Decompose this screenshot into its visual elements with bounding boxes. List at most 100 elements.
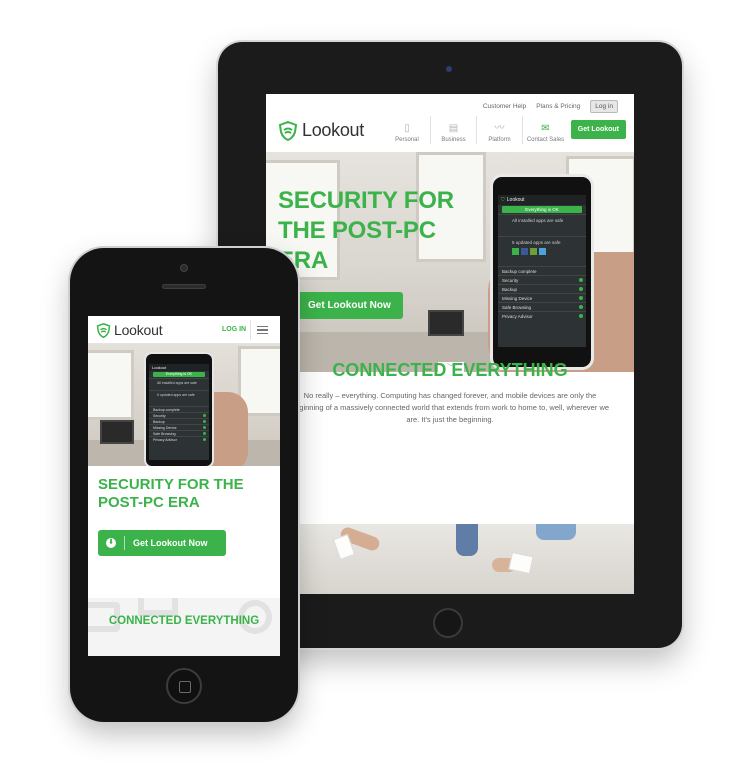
status-dot-icon [203, 438, 206, 441]
get-lookout-now-button[interactable]: ⬇ Get Lookout Now [98, 530, 226, 556]
hero-phone-screen: Lookout Everything is OK All installed a… [149, 364, 209, 460]
tablet-hero: ⛉ Lookout Everything is OK All installed… [266, 152, 634, 372]
phone-header: Lookout LOG IN [88, 316, 280, 344]
app-row-label: Security [153, 413, 166, 418]
phone-camera [180, 264, 188, 272]
nav-business[interactable]: ▤ Business [430, 116, 476, 144]
tablet-screen: Customer Help Plans & Pricing Log in Loo… [266, 94, 634, 594]
status-dot-icon [203, 426, 206, 429]
phone-home-button[interactable] [166, 668, 202, 704]
nav-contact-sales[interactable]: ✉ Contact Sales [522, 116, 568, 144]
tablet-camera [446, 66, 452, 72]
phone-screen: Lookout LOG IN Lookout Everything is OK [88, 316, 280, 656]
app-card-text: 5 updated apps are safe [157, 393, 195, 397]
app-row-label: Safe Browsing [502, 304, 532, 310]
app-card-text: 5 updated apps are safe [512, 240, 561, 245]
app-icons-row [512, 248, 582, 255]
nav-platform[interactable]: 〰 Platform [476, 116, 522, 144]
menu-line [257, 329, 268, 331]
photo-arm [536, 524, 576, 540]
hamburger-menu-icon[interactable] [250, 320, 274, 340]
app-row-label: Backup [153, 419, 165, 424]
tablet-topbar: Customer Help Plans & Pricing Log in [483, 100, 618, 113]
app-info-text: Backup complete [502, 268, 537, 274]
app-row-privacy-advisor[interactable]: Privacy Advisor [149, 436, 209, 442]
download-icon: ⬇ [106, 538, 116, 548]
app-card-text: All installed apps are safe [157, 381, 197, 385]
app-row-label: Privacy Advisor [502, 313, 533, 319]
status-dot-icon [579, 296, 583, 300]
status-dot-icon [579, 305, 583, 309]
app-row-label: Security [502, 277, 519, 283]
nav-contact-sales-label: Contact Sales [526, 137, 565, 143]
lookout-logo[interactable]: Lookout [278, 120, 364, 141]
hero-window [88, 350, 134, 420]
plans-pricing-link[interactable]: Plans & Pricing [536, 103, 580, 110]
app-icon [530, 248, 537, 255]
button-divider [124, 536, 125, 550]
tablet-home-button[interactable] [433, 608, 463, 638]
app-card: 5 updated apps are safe [498, 236, 586, 266]
briefcase-icon: ▤ [448, 123, 459, 134]
app-row-label: Missing Device [502, 295, 533, 301]
pulse-icon: 〰 [494, 123, 505, 134]
phone-hero: Lookout Everything is OK All installed a… [88, 344, 280, 466]
nav-business-label: Business [441, 137, 466, 143]
nav-personal-label: Personal [395, 137, 419, 143]
app-status-ok: Everything is OK [153, 372, 205, 377]
hero-monitor [100, 420, 134, 444]
get-lookout-now-label: Get Lookout Now [133, 538, 208, 548]
app-row-backup[interactable]: Backup [498, 284, 586, 293]
app-card: All installed apps are safe [149, 378, 209, 390]
shield-icon [96, 322, 111, 338]
status-dot-icon [203, 432, 206, 435]
envelope-icon: ✉ [541, 123, 550, 134]
shield-icon [278, 120, 298, 141]
app-row-privacy-advisor[interactable]: Privacy Advisor [498, 311, 586, 320]
status-dot-icon [579, 278, 583, 282]
app-card: All installed apps are safe [498, 214, 586, 236]
hero-title: Security for the Post-PC Era [278, 187, 454, 274]
bottom-photo [266, 524, 634, 594]
logo-wordmark: Lookout [114, 322, 163, 338]
customer-help-link[interactable]: Customer Help [483, 103, 526, 110]
status-dot-icon [579, 314, 583, 318]
phone-device: Lookout LOG IN Lookout Everything is OK [70, 248, 298, 722]
app-header-title: Lookout [152, 365, 167, 370]
hero-monitor [428, 310, 464, 336]
app-icon [539, 248, 546, 255]
section-title: Connected Everything [332, 360, 568, 380]
menu-line [257, 332, 268, 335]
phone-icon: ▯ [404, 123, 410, 134]
logo-wordmark: Lookout [302, 120, 364, 140]
app-header: ⛉ Lookout [498, 195, 586, 205]
app-header-title: Lookout [506, 197, 525, 203]
get-lookout-button[interactable]: Get Lookout [570, 120, 626, 139]
app-row-safe-browsing[interactable]: Safe Browsing [498, 302, 586, 311]
hero-title: Security for the Post-PC Era [98, 476, 244, 511]
tablet-main-nav: ▯ Personal ▤ Business 〰 Platform ✉ Conta… [384, 116, 568, 144]
lookout-logo[interactable]: Lookout [96, 322, 163, 338]
app-status-ok: Everything is OK [502, 206, 582, 213]
app-card: 5 updated apps are safe [149, 390, 209, 406]
status-dot-icon [203, 420, 206, 423]
nav-personal[interactable]: ▯ Personal [384, 116, 430, 144]
login-button[interactable]: Log in [590, 100, 618, 113]
hero-phone: ⛉ Lookout Everything is OK All installed… [490, 174, 594, 370]
app-info-row: Backup complete [498, 266, 586, 275]
app-icon [512, 248, 519, 255]
section-title: Connected Everything [108, 615, 260, 627]
hero-phone-screen: ⛉ Lookout Everything is OK All installed… [498, 195, 586, 347]
app-row-label: Privacy Advisor [153, 437, 177, 442]
app-row-label: Missing Device [153, 425, 177, 430]
app-card-text: All installed apps are safe [512, 218, 564, 223]
login-link[interactable]: LOG IN [222, 326, 246, 333]
photo-arm [456, 524, 478, 556]
get-lookout-now-button[interactable]: Get Lookout Now [296, 292, 403, 319]
app-row-label: Safe Browsing [153, 431, 176, 436]
app-row-label: Backup [502, 286, 518, 292]
app-row-security[interactable]: Security [498, 275, 586, 284]
app-row-missing-device[interactable]: Missing Device [498, 293, 586, 302]
app-header: Lookout [149, 364, 209, 371]
section-body: No really – everything. Computing has ch… [290, 391, 610, 424]
